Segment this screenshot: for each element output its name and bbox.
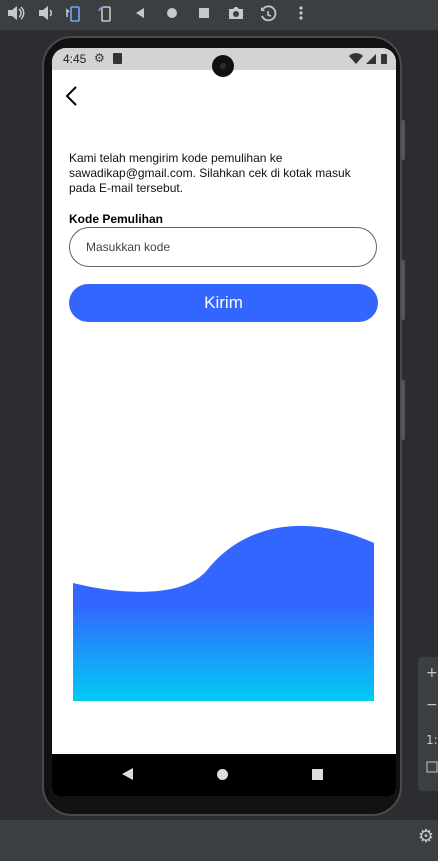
- zoom-panel: + − 1:: [418, 657, 438, 791]
- arrow-left-icon: [65, 86, 77, 106]
- wave-illustration: [73, 525, 374, 701]
- recovery-message: Kami telah mengirim kode pemulihan ke sa…: [69, 151, 351, 195]
- sd-card-icon: [113, 53, 122, 64]
- overview-icon[interactable]: [194, 5, 214, 25]
- recovery-code-input[interactable]: [69, 227, 377, 267]
- volume-key[interactable]: [401, 260, 405, 320]
- settings-icon: ⚙: [94, 51, 105, 65]
- phone-screen: 4:45 ⚙ Kami telah mengirim kode pemuliha…: [52, 48, 396, 796]
- volume-up-icon[interactable]: [6, 5, 26, 25]
- code-label: Kode Pemulihan: [69, 212, 164, 226]
- camera-icon[interactable]: [226, 5, 246, 25]
- power-key[interactable]: [401, 120, 405, 160]
- status-right-icons: [349, 53, 387, 64]
- nav-home-icon[interactable]: [217, 769, 228, 780]
- nav-back-icon[interactable]: [122, 768, 133, 780]
- zoom-ratio-button[interactable]: 1:: [426, 733, 438, 747]
- battery-icon: [381, 54, 387, 64]
- nav-recent-icon[interactable]: [312, 769, 323, 780]
- replay-icon[interactable]: [258, 5, 278, 25]
- volume-key[interactable]: [401, 380, 405, 440]
- emulator-toolbar: [0, 0, 438, 30]
- rotate-right-icon[interactable]: [97, 5, 117, 25]
- zoom-out-button[interactable]: −: [426, 697, 438, 713]
- wifi-icon: [349, 53, 363, 64]
- fit-screen-icon[interactable]: [426, 761, 438, 777]
- zoom-in-button[interactable]: +: [426, 665, 438, 681]
- back-button[interactable]: [62, 82, 90, 110]
- signal-icon: [366, 54, 376, 64]
- more-icon[interactable]: [291, 5, 311, 25]
- rotate-left-icon[interactable]: [64, 5, 84, 25]
- emulator-status-bar: [0, 820, 438, 861]
- volume-down-icon[interactable]: [36, 5, 56, 25]
- navigation-bar: [52, 754, 396, 796]
- home-icon[interactable]: [162, 5, 182, 25]
- back-icon[interactable]: [130, 5, 150, 25]
- front-camera: [212, 55, 234, 77]
- send-button[interactable]: Kirim: [69, 284, 378, 322]
- gear-icon[interactable]: ⚙: [418, 826, 434, 847]
- status-time: 4:45: [63, 52, 87, 66]
